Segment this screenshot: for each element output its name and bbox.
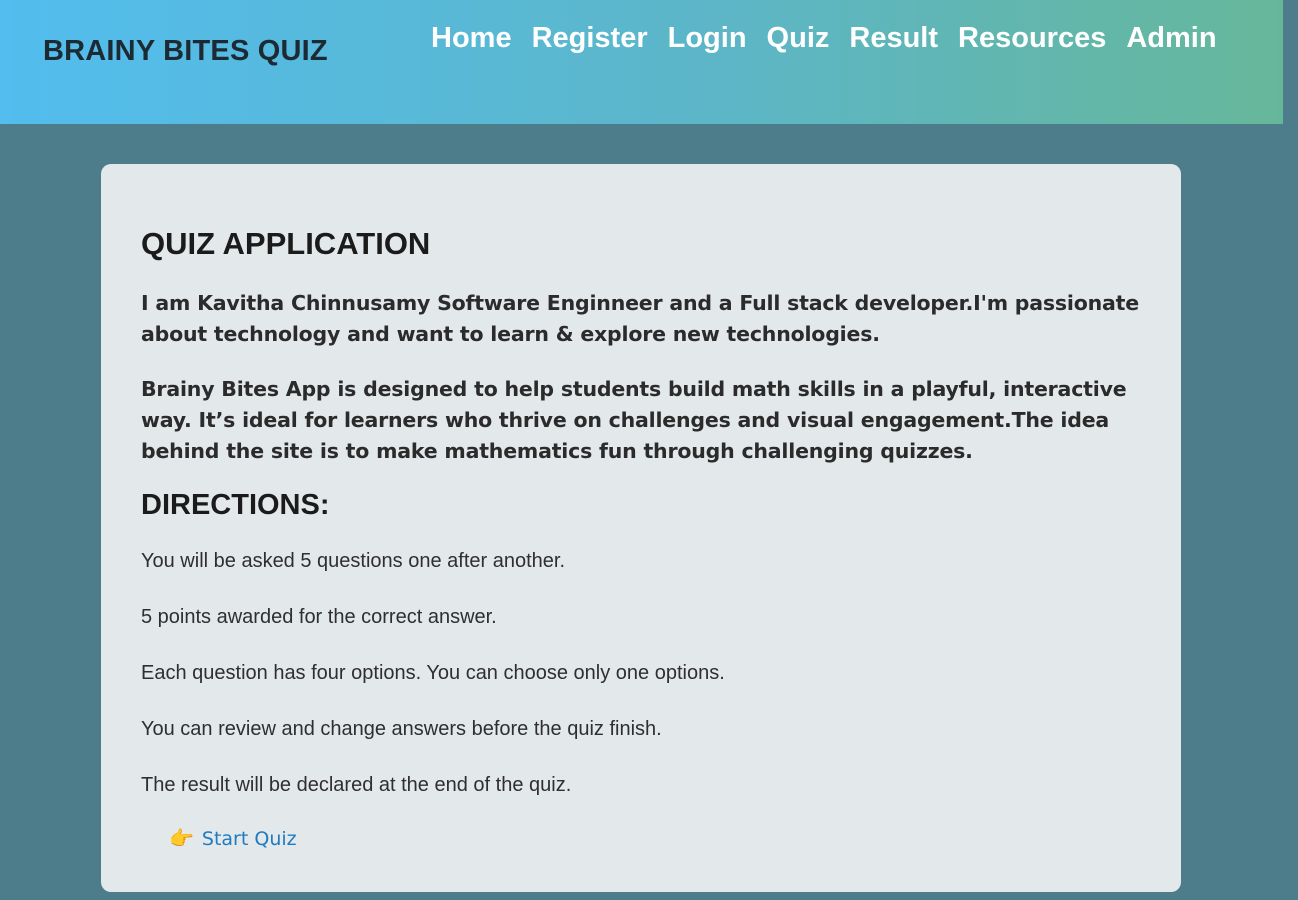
pointing-hand-icon: 👉 — [169, 828, 194, 850]
top-navbar: BRAINY BITES QUIZ Home Register Login Qu… — [0, 0, 1283, 124]
direction-item: Each question has four options. You can … — [141, 662, 725, 684]
nav-link-admin[interactable]: Admin — [1126, 22, 1216, 55]
direction-item: You will be asked 5 questions one after … — [141, 550, 566, 572]
nav-link-resources[interactable]: Resources — [958, 22, 1106, 55]
nav-link-home[interactable]: Home — [431, 22, 512, 55]
start-quiz-link[interactable]: 👉 Start Quiz — [169, 828, 297, 850]
nav-link-quiz[interactable]: Quiz — [767, 22, 830, 55]
page-title: QUIZ APPLICATION — [141, 226, 431, 261]
quiz-info-card: QUIZ APPLICATION I am Kavitha Chinnusamy… — [101, 164, 1181, 892]
direction-item: The result will be declared at the end o… — [141, 774, 572, 796]
intro-about-author: I am Kavitha Chinnusamy Software Enginne… — [141, 291, 1139, 346]
directions-heading: DIRECTIONS: — [141, 489, 330, 521]
nav-link-register[interactable]: Register — [532, 22, 648, 55]
brand-title: BRAINY BITES QUIZ — [43, 35, 328, 67]
direction-item: 5 points awarded for the correct answer. — [141, 606, 497, 628]
intro-about-app: Brainy Bites App is designed to help stu… — [141, 377, 1127, 463]
nav-links: Home Register Login Quiz Result Resource… — [431, 22, 1217, 55]
start-quiz-label: Start Quiz — [201, 828, 297, 850]
direction-item: You can review and change answers before… — [141, 718, 662, 740]
nav-link-result[interactable]: Result — [849, 22, 938, 55]
nav-link-login[interactable]: Login — [668, 22, 747, 55]
page-scrollbar[interactable] — [1283, 0, 1298, 900]
